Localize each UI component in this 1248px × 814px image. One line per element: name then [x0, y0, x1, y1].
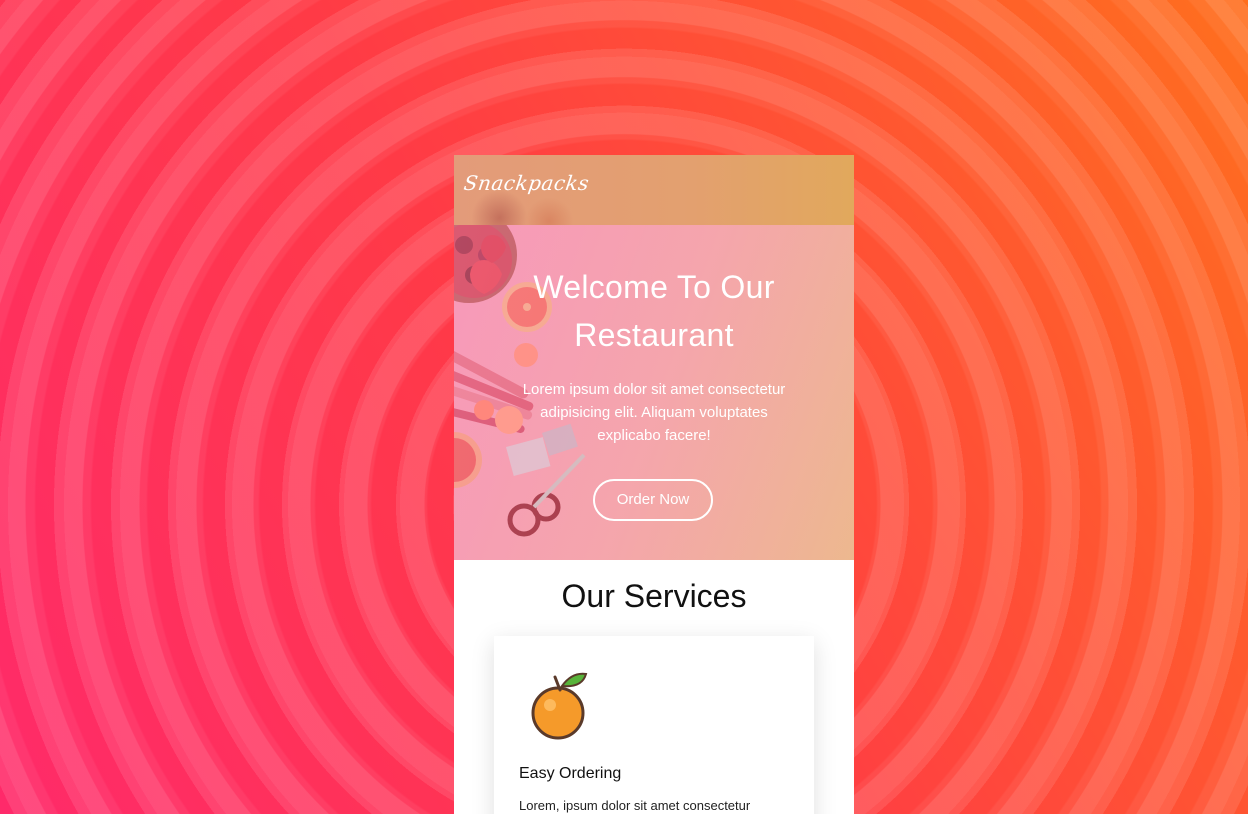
service-card-text: Lorem, ipsum dolor sit amet consectetur: [519, 798, 751, 813]
mobile-page-frame: Snackpacks Welcome To Our Restaurant Lor…: [454, 155, 854, 814]
order-now-button[interactable]: Order Now: [593, 479, 713, 521]
brand-logo[interactable]: Snackpacks: [462, 171, 591, 195]
service-card-title: Easy Ordering: [519, 765, 622, 782]
hero-section: Welcome To Our Restaurant Lorem ipsum do…: [454, 225, 854, 560]
service-card: Easy Ordering Lorem, ipsum dolor sit ame…: [494, 636, 814, 814]
services-section: Our Services Easy Ordering Lorem, ipsum …: [454, 560, 854, 814]
services-title: Our Services: [561, 578, 747, 614]
orange-icon: [531, 672, 588, 740]
hero-description: Lorem ipsum dolor sit amet consectetur a…: [522, 381, 786, 444]
site-header: Snackpacks: [454, 155, 854, 225]
hero-title: Welcome To Our Restaurant: [533, 269, 775, 353]
